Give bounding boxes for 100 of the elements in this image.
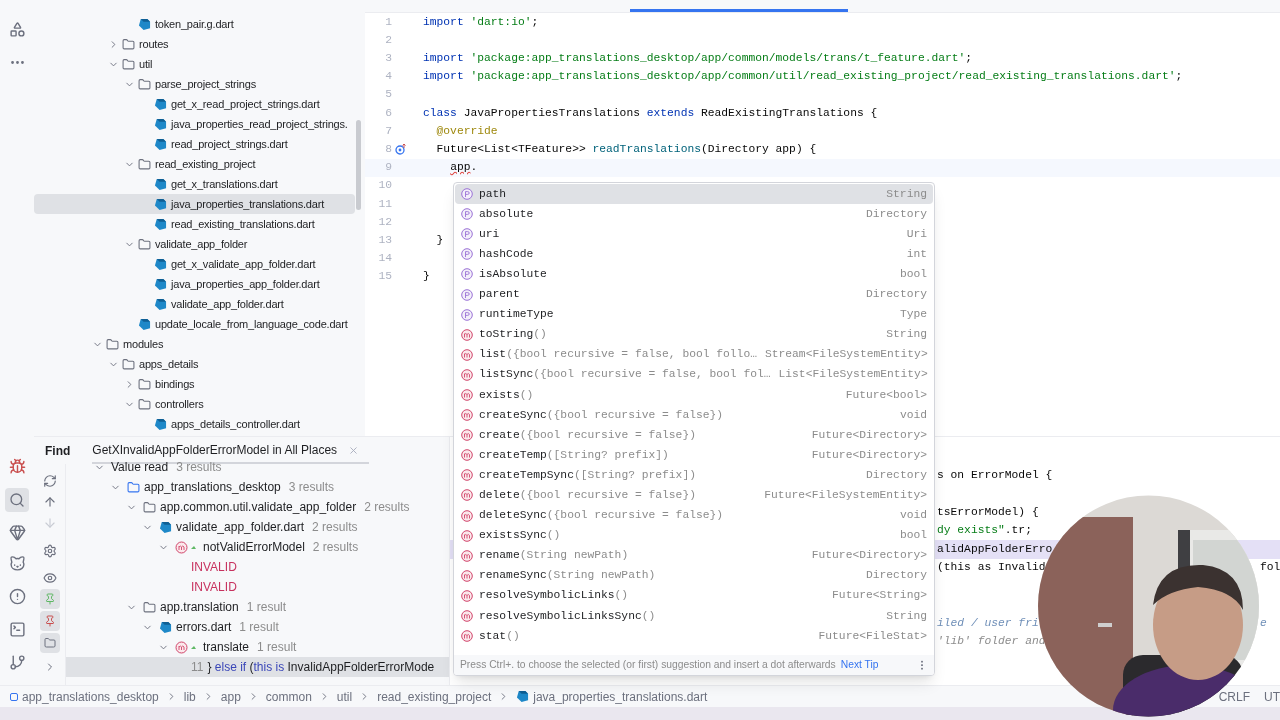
tree-item[interactable]: routes	[34, 34, 355, 54]
suggestion-type: bool	[899, 528, 927, 544]
tree-item[interactable]: token_pair.g.dart	[34, 14, 355, 34]
tree-item[interactable]: get_x_translations.dart	[34, 174, 355, 194]
close-icon[interactable]	[348, 444, 360, 456]
suggestion-item[interactable]: createTemp([String? prefix]) Future<Directory>	[455, 445, 933, 466]
next-tip-link[interactable]: Next Tip	[840, 657, 879, 673]
code-text: @override	[435, 123, 498, 139]
suggestion-name: resolveSymbolicLinks	[479, 588, 615, 604]
gem-icon[interactable]	[8, 524, 26, 541]
suggestion-item[interactable]: create({bool recursive = false}) Future<Directory>	[455, 425, 933, 446]
method-icon	[461, 630, 473, 643]
suggestion-item[interactable]: delete({bool recursive = false}) Future<FileSystemEntity>	[455, 485, 933, 506]
dart-file-icon	[154, 197, 167, 211]
terminal-icon[interactable]	[8, 621, 26, 638]
status-item[interactable]: CRLF	[1218, 687, 1250, 706]
suggestion-item[interactable]: resolveSymbolicLinksSync() String	[455, 605, 933, 627]
result-item[interactable]: validate_app_folder.dart 2 results	[66, 517, 449, 537]
refresh-icon[interactable]	[42, 474, 57, 488]
suggestion-item[interactable]: runtimeType Type	[455, 304, 933, 325]
result-item[interactable]: errors.dart 1 result	[66, 617, 449, 637]
suggestion-item[interactable]: absolute Directory	[455, 204, 933, 225]
suggestion-item[interactable]: list({bool recursive = false, bool follo… Stream<FileSystemEntity>	[455, 344, 933, 365]
breadcrumb-item[interactable]: read_existing_project	[377, 687, 492, 706]
suggestion-type: Stream<FileSystemEntity>	[764, 347, 928, 363]
suggestion-name: createTemp	[479, 447, 547, 463]
breadcrumb-item[interactable]: common	[265, 687, 312, 706]
search-tool-button[interactable]	[5, 488, 29, 512]
breadcrumb-item[interactable]: java_properties_translations.dart	[533, 687, 708, 706]
tree-item[interactable]: java_properties_app_folder.dart	[34, 274, 355, 294]
suggestion-name: createTempSync	[479, 467, 574, 483]
tree-item[interactable]: util	[34, 54, 355, 74]
suggestion-item[interactable]: toString() String	[455, 324, 933, 345]
suggestion-item[interactable]: createSync({bool recursive = false}) void	[455, 405, 933, 426]
breadcrumb-item[interactable]: util	[336, 687, 353, 706]
tree-item[interactable]: bindings	[34, 374, 355, 394]
suggestion-item[interactable]: exists() Future<bool>	[455, 384, 933, 406]
tree-item[interactable]: apps_details_controller.dart	[34, 414, 355, 434]
tree-item[interactable]: validate_app_folder	[34, 234, 355, 254]
write-access-toggle[interactable]	[39, 611, 60, 631]
tree-item[interactable]: read_existing_translations.dart	[34, 214, 355, 234]
breadcrumb-item[interactable]: app	[220, 687, 241, 706]
result-item[interactable]: INVALID	[66, 557, 449, 577]
tree-item[interactable]: get_x_validate_app_folder.dart	[34, 254, 355, 274]
bug-icon[interactable]	[8, 458, 26, 475]
suggestion-item[interactable]: createTempSync([String? prefix]) Directory	[455, 465, 933, 486]
tree-item[interactable]: apps_details	[34, 354, 355, 374]
tree-item[interactable]: modules	[34, 334, 355, 354]
suggestion-item[interactable]: parent Directory	[455, 284, 933, 305]
eye-icon[interactable]	[42, 571, 57, 585]
suggestion-item[interactable]: hashCode int	[455, 244, 933, 265]
breadcrumb-item[interactable]: app_translations_desktop	[22, 687, 159, 706]
dart-file-icon	[154, 297, 167, 311]
branch-icon[interactable]	[8, 654, 26, 671]
result-item[interactable]: translate 1 result	[66, 637, 449, 657]
result-item[interactable]: notValidErrorModel 2 results	[66, 537, 449, 557]
result-item[interactable]: app_translations_desktop 3 results	[66, 477, 449, 497]
suggestion-item[interactable]: existsSync() bool	[455, 525, 933, 546]
method-icon	[461, 489, 473, 502]
scrollbar[interactable]	[356, 120, 361, 210]
suggestion-item[interactable]: deleteSync({bool recursive = false}) void	[455, 505, 933, 526]
suggestion-item[interactable]: resolveSymbolicLinks() Future<String>	[455, 585, 933, 606]
breadcrumb-item[interactable]: lib	[183, 687, 196, 706]
result-item[interactable]: INVALID	[66, 577, 449, 597]
folder-toggle[interactable]	[39, 633, 60, 653]
result-label: INVALID	[191, 579, 237, 596]
status-item[interactable]: UT	[1264, 687, 1280, 706]
result-item[interactable]: app.common.util.validate_app_folder 2 results	[66, 497, 449, 517]
suggestion-item[interactable]: renameSync(String newPath) Directory	[455, 565, 933, 586]
cat-icon[interactable]	[8, 555, 26, 572]
suggestion-item[interactable]: isAbsolute bool	[455, 264, 933, 285]
method-icon	[461, 529, 473, 542]
tree-item[interactable]: update_locale_from_language_code.dart	[34, 314, 355, 334]
suggestion-item[interactable]: stat() Future<FileStat>	[455, 626, 933, 647]
suggestion-item[interactable]: rename(String newPath) Future<Directory>	[455, 545, 933, 566]
tree-item[interactable]: read_existing_project	[34, 154, 355, 174]
dart-file-icon	[159, 620, 172, 634]
tree-item[interactable]: controllers	[34, 394, 355, 414]
dart-file-icon	[138, 17, 151, 31]
method-icon	[175, 540, 199, 554]
structure-icon[interactable]	[8, 21, 26, 38]
folder-icon	[122, 57, 135, 71]
suggestion-item[interactable]: listSync({bool recursive = false, bool fol… List<FileSystemEntity>	[455, 364, 933, 385]
read-access-toggle[interactable]	[39, 589, 60, 609]
override-gutter-icon[interactable]	[395, 143, 406, 155]
tree-item[interactable]: get_x_read_project_strings.dart	[34, 94, 355, 114]
suggestion-item[interactable]: path String	[455, 184, 933, 205]
down-arrow-icon[interactable]	[42, 516, 57, 530]
line-number: 7	[384, 123, 392, 139]
tree-item[interactable]: validate_app_folder.dart	[34, 294, 355, 314]
alert-icon[interactable]	[8, 588, 26, 605]
suggestion-item[interactable]: uri Uri	[455, 224, 933, 245]
suggestion-type: int	[906, 246, 927, 262]
tree-item[interactable]: parse_project_strings	[34, 74, 355, 94]
tree-item[interactable]: read_project_strings.dart	[34, 134, 355, 154]
settings-icon[interactable]	[42, 544, 57, 558]
tree-item[interactable]: java_properties_read_project_strings.	[34, 114, 355, 134]
result-item[interactable]: app.translation 1 result	[66, 597, 449, 617]
suggestion-name: deleteSync	[479, 508, 547, 524]
tree-item[interactable]: java_properties_translations.dart	[34, 194, 355, 214]
